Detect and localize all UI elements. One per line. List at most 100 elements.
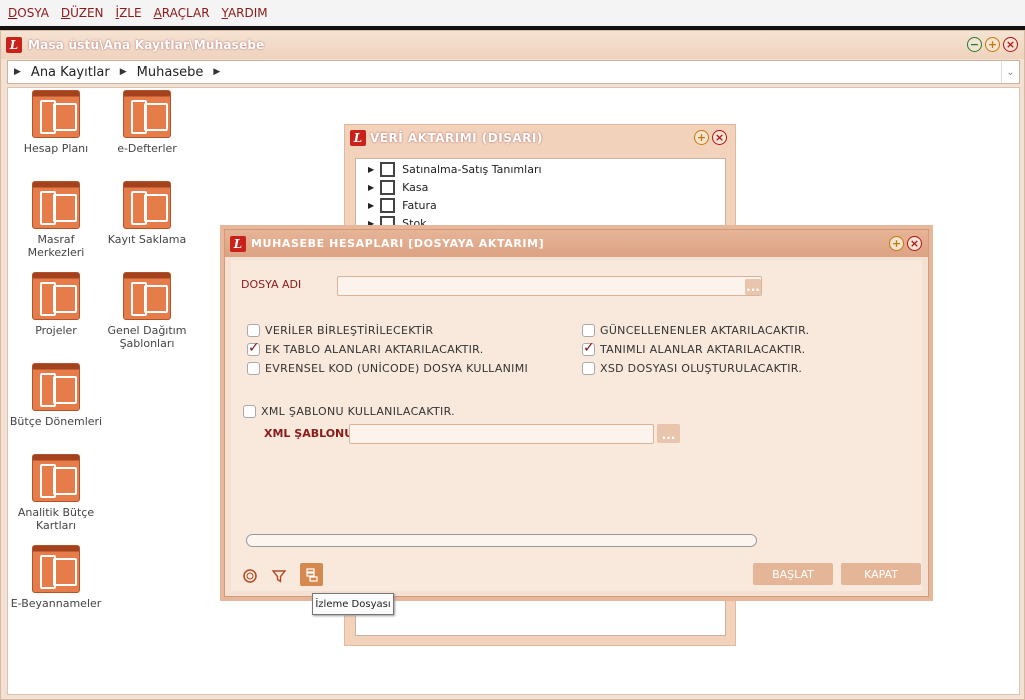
desktop-icon-butce-donemleri[interactable]: Bütçe Dönemleri [8,363,104,428]
option-ek-tablo-alanlari[interactable]: EK TABLO ALANLARI AKTARILACAKTIR. [247,340,484,356]
start-button[interactable]: BAŞLAT [753,563,833,585]
option-label: EVRENSEL KOD (UNİCODE) DOSYA KULLANIMI [265,362,529,375]
desktop-icon-label: Genel Dağıtım Şablonları [107,324,187,350]
expand-arrow-icon[interactable]: ▶ [368,201,374,210]
ledger-icon [32,181,80,229]
breadcrumb-arrow-icon[interactable]: ▶ [14,67,21,77]
checkbox[interactable] [247,324,260,337]
clock-icon[interactable] [240,566,260,586]
desktop-icon-label: Kayıt Saklama [107,233,187,246]
option-label: VERİLER BİRLEŞTİRİLECEKTİR [265,324,434,337]
checkbox[interactable] [582,362,595,375]
checkbox[interactable] [243,405,256,418]
export-dialog: L MUHASEBE HESAPLARI [DOSYAYA AKTARIM] +… [224,229,929,597]
tree-item[interactable]: ▶ Satınalma-Satış Tanımları [368,162,542,177]
option-tanimli-alanlar[interactable]: TANIMLI ALANLAR AKTARILACAKTIR. [582,340,806,356]
maximize-icon[interactable]: + [694,130,709,145]
close-icon[interactable]: × [712,130,727,145]
desktop-icon-label: Bütçe Dönemleri [9,415,103,428]
desktop-icon-analitik-butce-kartlari[interactable]: Analitik Bütçe Kartları [8,454,104,532]
desktop-icon-label: Masraf Merkezleri [27,233,85,259]
export-window-controls: + × [694,130,727,145]
ledger-icon [32,363,80,411]
main-window-title: Masa üstü\Ana Kayıtlar\Muhasebe [28,38,265,52]
breadcrumb: ▶ Ana Kayıtlar ▶ Muhasebe ▶ ⌄ [7,60,1020,84]
desktop-icon-label: E-Beyannameler [10,597,102,610]
file-browse-button[interactable]: ... [745,279,761,295]
option-label: GÜNCELLENENLER AKTARILACAKTIR. [600,324,810,337]
option-xml-sablonu[interactable]: XML ŞABLONU KULLANILACAKTIR. [243,405,455,418]
breadcrumb-item-ana-kayitlar[interactable]: Ana Kayıtlar [31,65,110,80]
expand-arrow-icon[interactable]: ▶ [368,165,374,174]
desktop-icon-label: Hesap Planı [23,142,89,155]
close-button[interactable]: KAPAT [841,563,921,585]
ledger-icon [32,272,80,320]
file-name-input[interactable] [337,276,762,296]
ledger-icon [123,181,171,229]
menu-bar: DOSYA DÜZEN İZLE ARAÇLAR YARDIM [0,0,1025,26]
desktop-icon-kayit-saklama[interactable]: Kayıt Saklama [99,181,195,246]
option-verileri-birlestir[interactable]: VERİLER BİRLEŞTİRİLECEKTİR [247,324,433,337]
desktop-icon-e-defterler[interactable]: e-Defterler [99,90,195,155]
tree-item[interactable]: ▶ Kasa [368,180,428,195]
filter-icon[interactable] [269,566,289,586]
menu-yardim[interactable]: YARDIM [222,6,268,20]
tree-checkbox[interactable] [380,162,396,177]
log-file-icon[interactable] [300,563,323,586]
breadcrumb-item-muhasebe[interactable]: Muhasebe [137,65,204,80]
xml-template-input[interactable] [349,424,654,444]
expand-arrow-icon[interactable]: ▶ [368,219,374,228]
desktop-icon-projeler[interactable]: Projeler [8,272,104,337]
tree-item-label: Kasa [402,181,429,194]
menu-duzen[interactable]: DÜZEN [61,6,104,20]
export-window-title: VERİ AKTARIMI (DIŞARI) [370,131,543,145]
dialog-controls: + × [889,236,922,251]
checkbox[interactable] [582,324,595,337]
tree-item[interactable]: ▶ Fatura [368,198,437,213]
minimize-icon[interactable]: − [967,37,982,52]
desktop-icon-genel-dagitim-sablonlari[interactable]: Genel Dağıtım Şablonları [99,272,195,350]
desktop-icon-label: Projeler [35,324,77,337]
app-logo-icon: L [350,130,366,146]
desktop-icon-e-beyannameler[interactable]: E-Beyannameler [8,545,104,610]
xml-browse-button[interactable]: ... [657,424,680,443]
breadcrumb-arrow-icon[interactable]: ▶ [213,67,220,77]
dialog-body: DOSYA ADI ... VERİLER BİRLEŞTİRİLECEKTİR… [231,260,922,591]
main-window-controls: − + × [967,37,1018,52]
tree-checkbox[interactable] [380,180,396,195]
menu-araclar[interactable]: ARAÇLAR [154,6,210,20]
desktop-icon-hesap-plani[interactable]: Hesap Planı [8,90,104,155]
option-guncellenenler[interactable]: GÜNCELLENENLER AKTARILACAKTIR. [582,324,809,337]
dialog-title: MUHASEBE HESAPLARI [DOSYAYA AKTARIM] [251,237,545,250]
close-icon[interactable]: × [1003,37,1018,52]
menu-dosya[interactable]: DOSYA [8,6,49,20]
menu-izle[interactable]: İZLE [116,6,142,20]
desktop-icon-masraf-merkezleri[interactable]: Masraf Merkezleri [8,181,104,259]
xml-template-label: XML ŞABLONU [264,427,354,440]
checkbox-checked[interactable] [247,340,260,356]
ledger-icon [123,272,171,320]
tooltip: İzleme Dosyası [312,593,394,615]
dialog-titlebar[interactable]: L MUHASEBE HESAPLARI [DOSYAYA AKTARIM] [225,230,928,257]
expand-arrow-icon[interactable]: ▶ [368,183,374,192]
close-icon[interactable]: × [907,236,922,251]
breadcrumb-dropdown-icon[interactable]: ⌄ [1001,61,1019,83]
main-window-titlebar[interactable]: L Masa üstü\Ana Kayıtlar\Muhasebe [1,31,1024,59]
ledger-icon [32,545,80,593]
maximize-icon[interactable]: + [889,236,904,251]
option-unicode[interactable]: EVRENSEL KOD (UNİCODE) DOSYA KULLANIMI [247,362,528,375]
checkbox[interactable] [247,362,260,375]
tree-checkbox[interactable] [380,198,396,213]
export-window-titlebar[interactable]: L VERİ AKTARIMI (DIŞARI) [345,125,735,151]
option-label: EK TABLO ALANLARI AKTARILACAKTIR. [265,343,484,356]
option-label: XSD DOSYASI OLUŞTURULACAKTIR. [600,362,803,375]
file-name-label: DOSYA ADI [241,278,302,291]
checkbox-checked[interactable] [582,340,595,356]
option-xsd[interactable]: XSD DOSYASI OLUŞTURULACAKTIR. [582,362,802,375]
maximize-icon[interactable]: + [985,37,1000,52]
desktop-icon-label: e-Defterler [117,142,177,155]
option-label: TANIMLI ALANLAR AKTARILACAKTIR. [600,343,806,356]
desktop-icon-label: Analitik Bütçe Kartları [17,506,95,532]
breadcrumb-arrow-icon[interactable]: ▶ [120,67,127,77]
ledger-icon [123,90,171,138]
